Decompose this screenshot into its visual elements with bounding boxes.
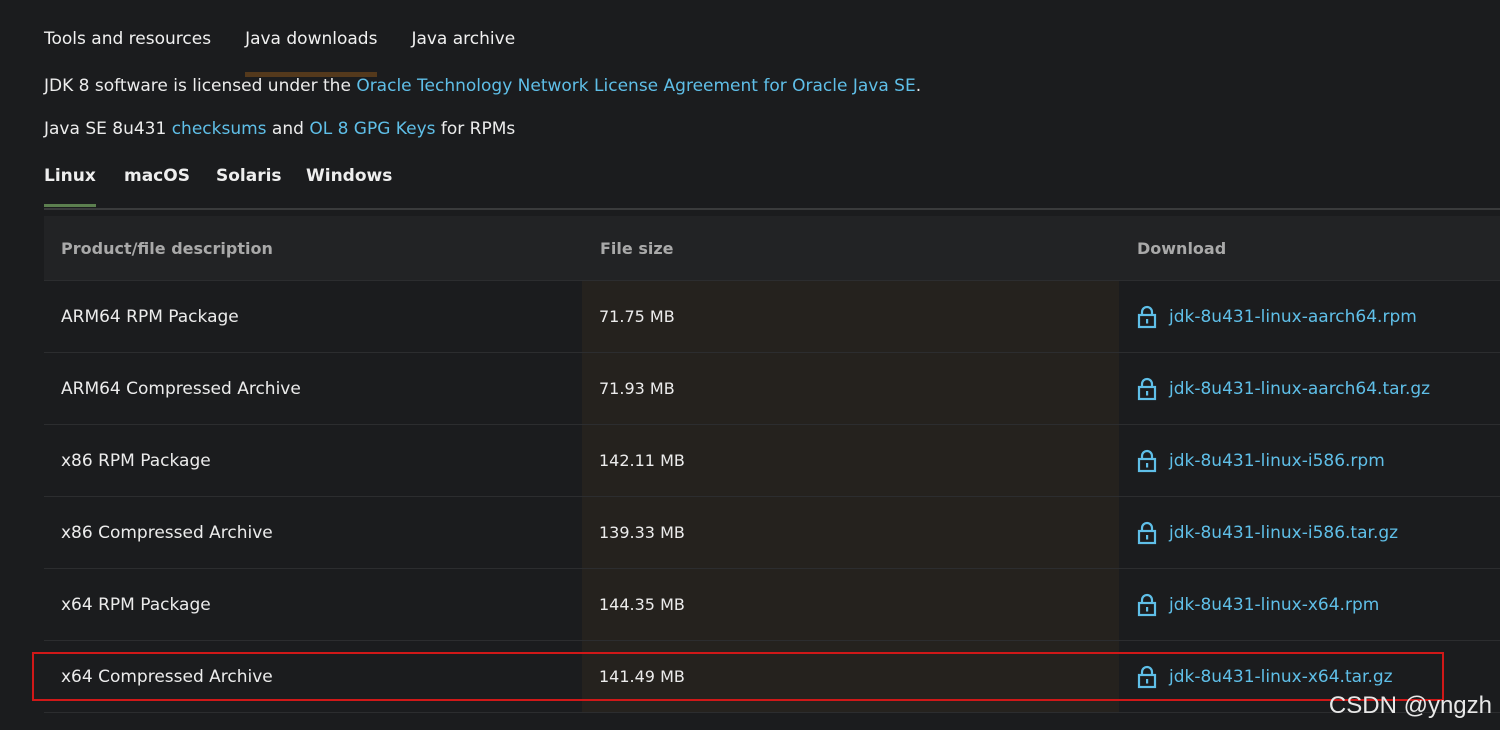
lock-icon (1137, 305, 1157, 328)
lock-icon (1137, 593, 1157, 616)
checks-suffix: for RPMs (435, 119, 516, 139)
table-row: x64 RPM Package 144.35 MB jdk-8u431-linu… (44, 569, 1500, 641)
watermark: CSDN @yngzh (1328, 692, 1492, 719)
table-row: ARM64 Compressed Archive 71.93 MB jdk-8u… (44, 353, 1500, 425)
row-description: ARM64 Compressed Archive (61, 378, 301, 399)
download-filename: jdk-8u431-linux-x64.tar.gz (1169, 666, 1393, 687)
os-tabs: Linux macOS Solaris Windows (44, 160, 1500, 210)
header-description: Product/file description (61, 238, 273, 258)
download-link[interactable]: jdk-8u431-linux-aarch64.rpm (1137, 305, 1417, 329)
download-link[interactable]: jdk-8u431-linux-i586.tar.gz (1137, 521, 1398, 545)
lock-icon (1137, 449, 1157, 472)
download-filename: jdk-8u431-linux-aarch64.tar.gz (1169, 378, 1431, 399)
nav-tools-and-resources[interactable]: Tools and resources (44, 22, 211, 76)
row-description: x86 RPM Package (61, 450, 211, 471)
tab-macos[interactable]: macOS (124, 166, 190, 207)
checksums-text: Java SE 8u431 checksums and OL 8 GPG Key… (44, 119, 515, 139)
row-file-size: 141.49 MB (599, 667, 685, 686)
lock-icon (1137, 377, 1157, 400)
nav-java-downloads[interactable]: Java downloads (245, 22, 378, 77)
header-file-size: File size (600, 238, 674, 258)
row-description: x64 Compressed Archive (61, 666, 273, 687)
lock-icon (1137, 665, 1157, 688)
license-agreement-link[interactable]: Oracle Technology Network License Agreem… (356, 76, 915, 96)
download-link[interactable]: jdk-8u431-linux-i586.rpm (1137, 449, 1385, 473)
download-filename: jdk-8u431-linux-aarch64.rpm (1169, 306, 1417, 327)
top-navigation: Tools and resources Java downloads Java … (44, 22, 515, 77)
nav-java-archive[interactable]: Java archive (411, 22, 515, 76)
download-filename: jdk-8u431-linux-i586.rpm (1169, 450, 1385, 471)
row-file-size: 139.33 MB (599, 523, 685, 542)
downloads-table: Product/file description File size Downl… (44, 216, 1500, 713)
table-row: x86 RPM Package 142.11 MB jdk-8u431-linu… (44, 425, 1500, 497)
download-filename: jdk-8u431-linux-i586.tar.gz (1169, 522, 1399, 543)
header-download: Download (1137, 238, 1227, 258)
table-header: Product/file description File size Downl… (44, 216, 1500, 281)
checks-prefix: Java SE 8u431 (44, 119, 172, 139)
row-description: ARM64 RPM Package (61, 306, 239, 327)
row-description: x64 RPM Package (61, 594, 211, 615)
row-file-size: 142.11 MB (599, 451, 685, 470)
tab-linux[interactable]: Linux (44, 166, 96, 207)
download-link[interactable]: jdk-8u431-linux-aarch64.tar.gz (1137, 377, 1430, 401)
download-link[interactable]: jdk-8u431-linux-x64.rpm (1137, 593, 1379, 617)
row-file-size: 71.93 MB (599, 379, 675, 398)
table-row: x64 Compressed Archive 141.49 MB jdk-8u4… (44, 641, 1500, 713)
download-filename: jdk-8u431-linux-x64.rpm (1169, 594, 1380, 615)
gpg-keys-link[interactable]: OL 8 GPG Keys (309, 119, 435, 139)
table-row: ARM64 RPM Package 71.75 MB jdk-8u431-lin… (44, 281, 1500, 353)
row-description: x86 Compressed Archive (61, 522, 273, 543)
lock-icon (1137, 521, 1157, 544)
checksums-link[interactable]: checksums (172, 119, 267, 139)
checks-middle: and (266, 119, 310, 139)
row-file-size: 144.35 MB (599, 595, 685, 614)
license-prefix: JDK 8 software is licensed under the (44, 76, 357, 96)
license-suffix: . (915, 76, 922, 96)
download-link[interactable]: jdk-8u431-linux-x64.tar.gz (1137, 665, 1393, 689)
tab-windows[interactable]: Windows (306, 166, 392, 207)
table-row: x86 Compressed Archive 139.33 MB jdk-8u4… (44, 497, 1500, 569)
row-file-size: 71.75 MB (599, 307, 675, 326)
tab-solaris[interactable]: Solaris (216, 166, 282, 207)
license-text: JDK 8 software is licensed under the Ora… (44, 76, 921, 96)
